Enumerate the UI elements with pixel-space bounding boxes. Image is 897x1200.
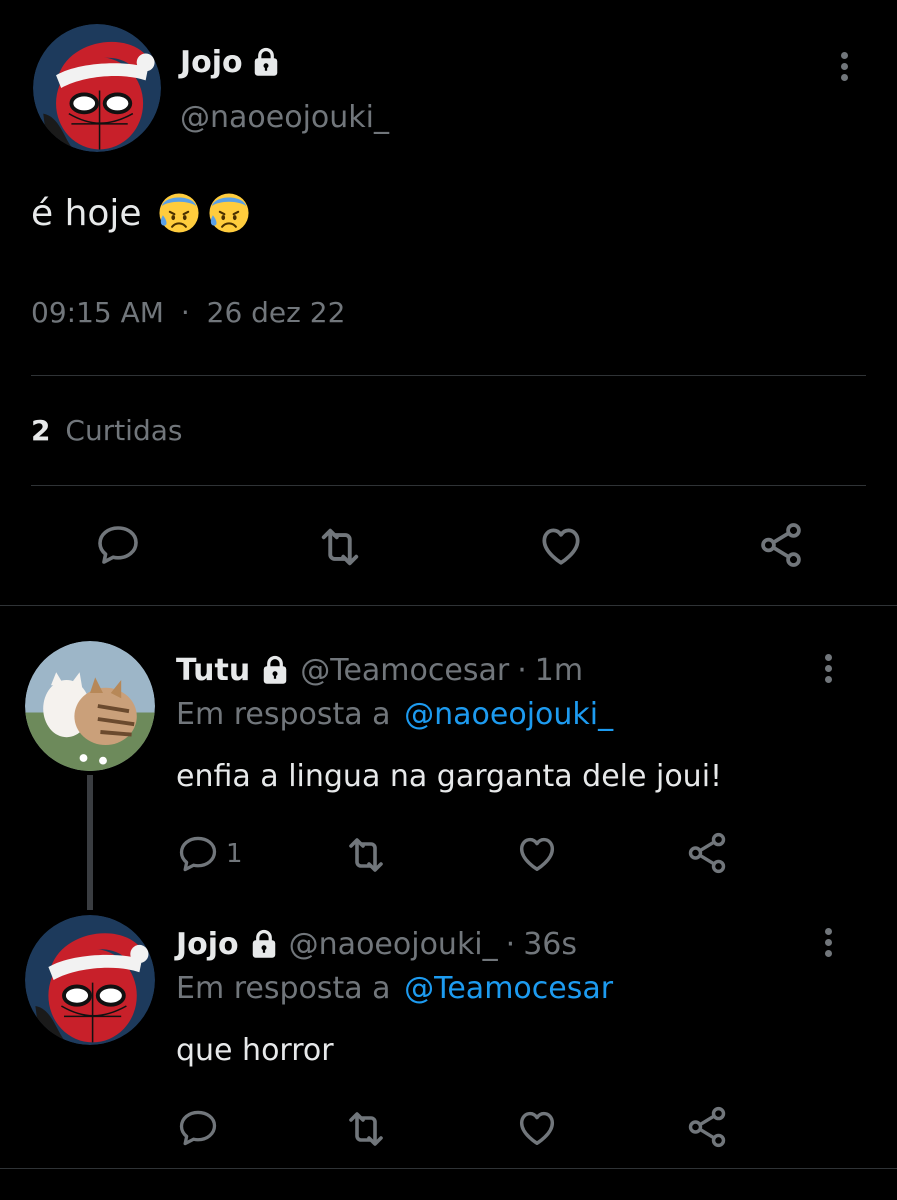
meta-separator: · [180, 296, 190, 329]
reply-to-line: Em resposta a @Teamocesar [176, 971, 613, 1006]
reply-age[interactable]: 1m [535, 653, 583, 688]
reply-avatar[interactable] [25, 915, 155, 1045]
main-author-handle[interactable]: @naoeojouki_ [180, 100, 389, 135]
share-icon[interactable] [684, 830, 730, 876]
reply-header: Jojo @naoeojouki_ · 36s [176, 922, 577, 966]
share-icon[interactable] [684, 1104, 730, 1150]
retweet-icon[interactable] [342, 831, 390, 879]
likes-summary[interactable]: 2 Curtidas [31, 414, 182, 447]
like-icon[interactable] [514, 1104, 560, 1150]
reply-to-handle[interactable]: @naoeojouki_ [404, 697, 613, 732]
reply-count: 1 [226, 839, 243, 869]
lock-icon [260, 655, 290, 685]
lock-icon [249, 929, 279, 959]
share-icon[interactable] [756, 520, 806, 570]
main-author-name-row: Jojo [180, 42, 281, 82]
section-divider [0, 605, 897, 606]
cold-sweat-emoji [156, 190, 202, 236]
reply-to-label: Em resposta a [176, 971, 391, 1006]
main-author-name[interactable]: Jojo [180, 45, 243, 80]
likes-count: 2 [31, 414, 51, 447]
reply-to-line: Em resposta a @naoeojouki_ [176, 697, 613, 732]
like-icon[interactable] [536, 520, 586, 570]
main-tweet-text: é hoje [31, 192, 142, 234]
reply-text: que horror [176, 1033, 334, 1068]
main-tweet-text-row: é hoje [31, 188, 252, 238]
reply-avatar[interactable] [25, 641, 155, 771]
reply-author-name[interactable]: Jojo [176, 927, 239, 962]
reply-to-handle[interactable]: @Teamocesar [404, 971, 613, 1006]
reply-header: Tutu @Teamocesar · 1m [176, 648, 583, 692]
section-divider [0, 1168, 897, 1169]
more-options-icon[interactable] [825, 928, 832, 961]
cold-sweat-emoji [206, 190, 252, 236]
reply-text: enfia a lingua na garganta dele joui! [176, 759, 723, 794]
main-tweet-meta: 09:15 AM · 26 dez 22 [31, 296, 345, 329]
retweet-icon[interactable] [314, 521, 366, 573]
likes-label: Curtidas [65, 414, 183, 447]
reply-icon[interactable]: 1 [176, 832, 243, 876]
divider [31, 375, 866, 376]
thread-line [87, 775, 93, 910]
retweet-icon[interactable] [342, 1105, 390, 1153]
like-icon[interactable] [514, 830, 560, 876]
main-tweet-time[interactable]: 09:15 AM [31, 296, 164, 329]
reply-author-handle[interactable]: @naoeojouki_ [289, 927, 498, 962]
main-avatar[interactable] [33, 24, 161, 152]
divider [31, 485, 866, 486]
reply-age[interactable]: 36s [523, 927, 577, 962]
more-options-icon[interactable] [825, 654, 832, 687]
reply-to-label: Em resposta a [176, 697, 391, 732]
reply-author-handle[interactable]: @Teamocesar [300, 653, 509, 688]
more-options-icon[interactable] [841, 52, 848, 85]
reply-icon[interactable] [176, 1106, 220, 1150]
meta-separator: · [505, 926, 516, 962]
main-tweet-date[interactable]: 26 dez 22 [207, 296, 346, 329]
reply-icon[interactable] [94, 521, 142, 569]
reply-author-name[interactable]: Tutu [176, 653, 250, 688]
meta-separator: · [517, 652, 527, 688]
lock-icon [251, 47, 281, 77]
